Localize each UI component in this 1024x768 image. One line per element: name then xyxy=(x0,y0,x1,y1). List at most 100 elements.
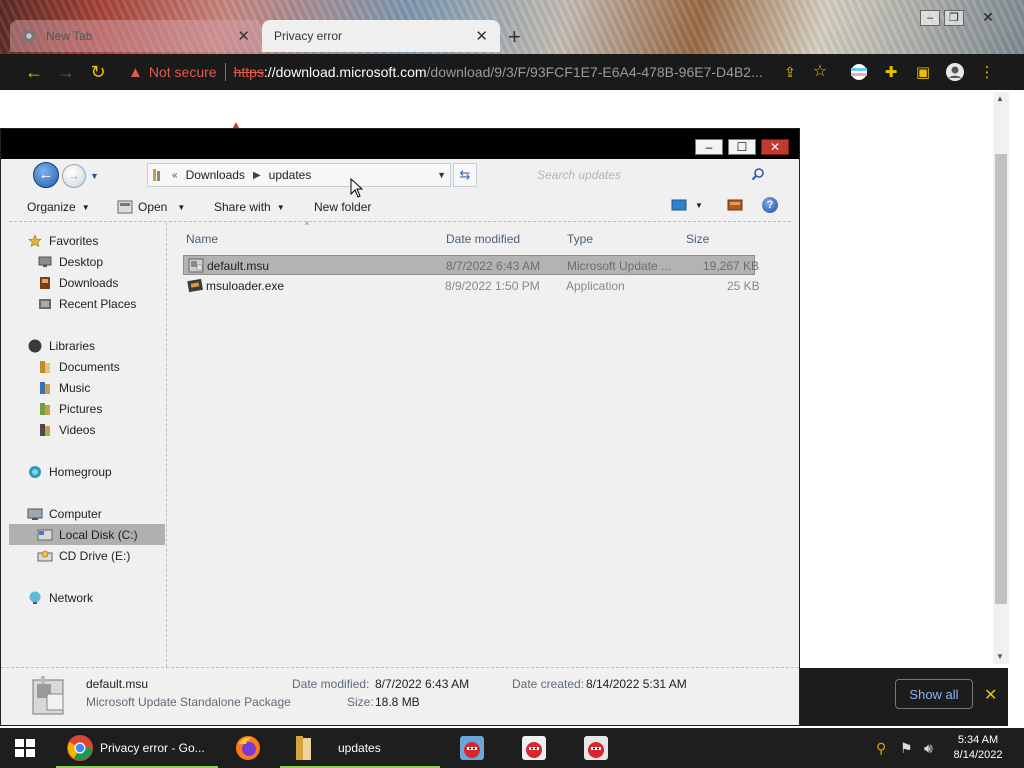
nav-downloads[interactable]: Downloads xyxy=(37,272,118,293)
search-icon[interactable] xyxy=(751,167,765,181)
search-tray-icon[interactable]: ⚲ xyxy=(876,740,886,757)
file-row-default-msu[interactable]: default.msu 8/7/2022 6:43 AM Microsoft U… xyxy=(183,255,759,275)
msu-package-large-icon xyxy=(29,674,69,718)
share-with-button[interactable]: Share with ▼ xyxy=(214,200,285,214)
nav-libraries[interactable]: Libraries xyxy=(27,335,95,356)
file-row-msuloader-exe[interactable]: msuloader.exe 8/9/2022 1:50 PM Applicati… xyxy=(183,276,760,296)
nav-desktop[interactable]: Desktop xyxy=(37,251,103,272)
column-header-name[interactable]: Name xyxy=(186,232,218,246)
file-type: Application xyxy=(566,279,625,293)
nav-recent-places[interactable]: Recent Places xyxy=(37,293,136,314)
nav-homegroup[interactable]: Homegroup xyxy=(27,461,112,482)
nav-music[interactable]: Music xyxy=(37,377,90,398)
new-tab-button[interactable]: + xyxy=(508,24,521,50)
action-center-icon[interactable]: ⚑ xyxy=(900,740,913,757)
column-header-type[interactable]: Type xyxy=(567,232,593,246)
nav-pictures[interactable]: Pictures xyxy=(37,398,102,419)
share-icon[interactable]: ⇪ xyxy=(778,60,802,84)
side-panel-icon[interactable]: ▣ xyxy=(912,61,934,83)
profile-avatar-icon[interactable] xyxy=(944,61,966,83)
nav-label: Videos xyxy=(59,422,96,437)
browser-minimize-button[interactable]: – xyxy=(920,10,940,26)
tab-title: New Tab xyxy=(46,29,93,43)
help-icon[interactable]: ? xyxy=(762,197,778,213)
tab-new-tab[interactable]: New Tab ✕ xyxy=(10,20,262,52)
divider xyxy=(9,221,791,222)
show-all-button[interactable]: Show all xyxy=(895,679,973,709)
search-input[interactable]: Search updates xyxy=(537,168,621,182)
extensions-puzzle-icon[interactable]: ✚ xyxy=(880,61,902,83)
tab-privacy-error[interactable]: Privacy error ✕ xyxy=(262,20,500,52)
folder-icon xyxy=(294,734,314,762)
forward-arrow-icon[interactable]: → xyxy=(54,60,78,84)
details-pane: default.msu Microsoft Update Standalone … xyxy=(1,667,799,725)
minimize-button[interactable]: – xyxy=(695,139,723,155)
nav-local-disk[interactable]: Local Disk (C:) xyxy=(9,524,165,545)
tab-close-icon[interactable]: ✕ xyxy=(475,27,488,45)
nav-computer[interactable]: Computer xyxy=(27,503,102,524)
taskbar-firefox-button[interactable] xyxy=(226,728,270,768)
breadcrumb-overflow[interactable]: « xyxy=(172,170,178,181)
open-button[interactable]: Open ▼ xyxy=(117,200,185,214)
nav-network[interactable]: Network xyxy=(27,587,93,608)
column-header-size[interactable]: Size xyxy=(686,232,709,246)
scroll-down-icon[interactable]: ▼ xyxy=(996,652,1004,661)
column-header-date[interactable]: Date modified xyxy=(446,232,520,246)
close-button[interactable]: ✕ xyxy=(761,139,789,155)
volume-icon[interactable]: 🔊︎ xyxy=(924,740,933,757)
taskbar-angry-birds-button[interactable] xyxy=(514,728,554,768)
organize-button[interactable]: Organize ▼ xyxy=(27,200,90,214)
recent-pages-dropdown-icon[interactable]: ▼ xyxy=(90,171,99,181)
nav-cd-drive[interactable]: CD Drive (E:) xyxy=(37,545,130,566)
page-scrollbar[interactable]: ▲ ▼ xyxy=(993,92,1009,664)
taskbar-chrome-button[interactable]: Privacy error - Go... xyxy=(56,728,218,768)
file-name: default.msu xyxy=(207,259,270,273)
chevron-right-icon[interactable]: ▶ xyxy=(253,170,261,181)
back-button[interactable]: ← xyxy=(33,162,59,188)
forward-button[interactable]: → xyxy=(62,164,86,188)
warning-icon: ▲ xyxy=(128,63,143,81)
view-options-button[interactable]: ▼ xyxy=(671,199,703,211)
preview-pane-icon[interactable] xyxy=(727,199,743,211)
downloads-bar: Show all ✕ xyxy=(800,668,1008,726)
nav-documents[interactable]: Documents xyxy=(37,356,120,377)
nav-label: Documents xyxy=(59,359,120,374)
menu-kebab-icon[interactable]: ⋮ xyxy=(976,61,998,83)
windows-start-icon[interactable] xyxy=(14,738,36,758)
clock-date: 8/14/2022 xyxy=(953,749,1003,761)
system-clock[interactable]: 5:34 AM 8/14/2022 xyxy=(948,733,1008,763)
new-folder-button[interactable]: New folder xyxy=(314,200,371,214)
maximize-button[interactable]: ☐ xyxy=(728,139,756,155)
nav-videos[interactable]: Videos xyxy=(37,419,95,440)
explorer-titlebar[interactable]: – ☐ ✕ xyxy=(1,129,799,159)
chevron-down-icon: ▼ xyxy=(695,200,703,210)
scroll-up-icon[interactable]: ▲ xyxy=(996,94,1004,103)
taskbar-explorer-button[interactable]: updates xyxy=(280,728,440,768)
cd-drive-icon xyxy=(37,548,53,564)
refresh-button[interactable]: ⇆ xyxy=(453,163,477,187)
taskbar-angry-birds-button[interactable] xyxy=(452,728,492,768)
close-icon[interactable]: ✕ xyxy=(984,685,997,705)
browser-close-button[interactable]: ✕ xyxy=(978,10,998,26)
browser-maximize-button[interactable]: ❐ xyxy=(944,10,964,26)
libraries-icon xyxy=(27,338,43,354)
not-secure-label[interactable]: Not secure xyxy=(149,64,217,80)
breadcrumb-downloads[interactable]: Downloads xyxy=(186,168,245,182)
bookmark-star-icon[interactable]: ☆ xyxy=(808,60,832,84)
reload-icon[interactable]: ↻ xyxy=(86,60,110,84)
taskbar-chrome-label: Privacy error - Go... xyxy=(100,741,205,755)
back-arrow-icon[interactable]: ← xyxy=(22,60,46,84)
taskbar-angry-birds-button[interactable] xyxy=(576,728,616,768)
angry-birds-icon xyxy=(459,735,485,761)
star-icon xyxy=(27,233,43,249)
nav-favorites[interactable]: Favorites xyxy=(27,230,98,251)
search-box[interactable]: Search updates xyxy=(479,163,773,187)
address-bar[interactable]: ▲ Not secure https ://download.microsoft… xyxy=(122,57,838,87)
chevron-down-icon[interactable]: ▼ xyxy=(437,170,446,180)
flag-extension-icon[interactable] xyxy=(848,61,870,83)
breadcrumb-updates[interactable]: updates xyxy=(269,168,312,182)
explorer-address-bar[interactable]: « Downloads ▶ updates ▼ xyxy=(147,163,451,187)
tab-close-icon[interactable]: ✕ xyxy=(237,27,250,45)
scroll-thumb[interactable] xyxy=(995,154,1007,604)
documents-icon xyxy=(37,359,53,375)
